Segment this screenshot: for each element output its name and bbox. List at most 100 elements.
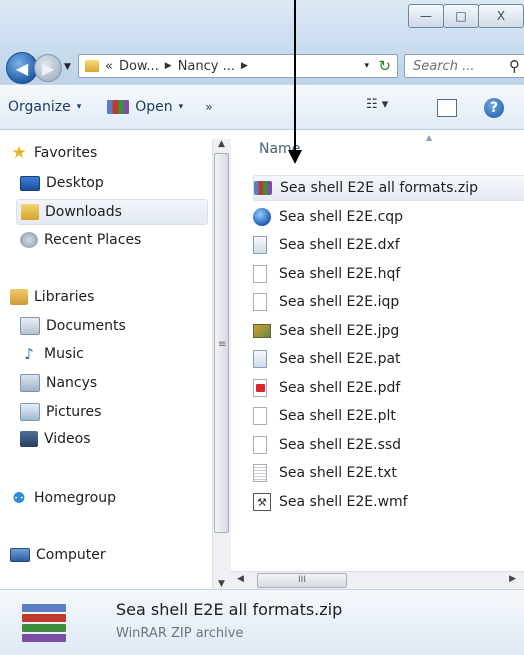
scrollbar-thumb[interactable]: ≡: [214, 153, 229, 533]
nav-downloads-label: Downloads: [45, 204, 122, 220]
details-pane: Sea shell E2E all formats.zip WinRAR ZIP…: [0, 589, 524, 655]
nav-videos-label: Videos: [44, 431, 91, 447]
file-row[interactable]: Sea shell E2E.plt: [253, 403, 396, 429]
maximize-icon: □: [455, 9, 467, 23]
selected-file-name: Sea shell E2E all formats.zip: [116, 600, 343, 619]
minimize-button[interactable]: —: [408, 4, 444, 28]
desktop-icon: [20, 175, 40, 191]
nav-computer-label: Computer: [36, 547, 106, 563]
address-dropdown-icon[interactable]: ▾: [364, 61, 369, 71]
nav-homegroup[interactable]: ⚉ Homegroup: [10, 489, 117, 507]
file-name: Sea shell E2E.jpg: [279, 323, 400, 339]
preview-pane-button[interactable]: [437, 99, 457, 117]
scroll-right-icon[interactable]: ▶: [509, 574, 516, 584]
file-row[interactable]: Sea shell E2E all formats.zip: [253, 175, 524, 201]
file-row[interactable]: Sea shell E2E.pat: [253, 346, 401, 372]
file-name: Sea shell E2E.pat: [279, 351, 401, 367]
pat-file-icon: [253, 350, 267, 368]
recent-places-icon: [20, 232, 38, 248]
winrar-icon: [107, 100, 130, 114]
nav-videos[interactable]: Videos: [20, 431, 91, 447]
file-name: Sea shell E2E.wmf: [279, 494, 408, 510]
scrollbar-thumb[interactable]: III: [257, 573, 347, 588]
nav-pictures[interactable]: Pictures: [20, 403, 101, 421]
nav-downloads[interactable]: Downloads: [16, 199, 208, 225]
address-overflow-chevron[interactable]: «: [105, 59, 113, 74]
wmf-file-icon: ⚒: [253, 493, 271, 511]
file-name: Sea shell E2E.ssd: [279, 437, 402, 453]
chevron-down-icon: ▾: [178, 102, 184, 112]
nav-computer[interactable]: Computer: [10, 547, 106, 563]
file-name: Sea shell E2E.plt: [279, 408, 396, 424]
cqp-file-icon: [253, 208, 271, 226]
open-button[interactable]: Open ▾: [107, 99, 183, 115]
file-row[interactable]: Sea shell E2E.hqf: [253, 261, 400, 287]
text-file-icon: [253, 464, 267, 482]
file-row[interactable]: Sea shell E2E.txt: [253, 460, 397, 486]
file-list-pane: Name ▲ Sea shell E2E all formats.zip Sea…: [231, 131, 524, 571]
refresh-icon[interactable]: ↻: [378, 57, 391, 75]
documents-icon: [20, 317, 40, 335]
image-file-icon: [253, 324, 271, 338]
maximize-button[interactable]: □: [443, 4, 479, 28]
file-name: Sea shell E2E.iqp: [279, 294, 400, 310]
nav-desktop[interactable]: Desktop: [20, 175, 104, 191]
breadcrumb-separator-icon[interactable]: ▶: [165, 61, 172, 71]
nav-nancys[interactable]: Nancys: [20, 374, 97, 392]
search-input[interactable]: Search ...: [413, 59, 474, 74]
file-row[interactable]: Sea shell E2E.pdf: [253, 375, 400, 401]
file-row[interactable]: Sea shell E2E.jpg: [253, 318, 399, 344]
dxf-file-icon: [253, 236, 267, 254]
file-row[interactable]: Sea shell E2E.cqp: [253, 204, 403, 230]
nav-homegroup-label: Homegroup: [34, 490, 117, 506]
nav-pictures-label: Pictures: [46, 404, 102, 420]
back-arrow-icon: ◀: [15, 58, 29, 78]
nav-nancys-label: Nancys: [46, 375, 98, 391]
breadcrumb-downloads[interactable]: Dow...: [119, 59, 159, 74]
organize-button[interactable]: Organize ▾: [8, 99, 81, 115]
minimize-icon: —: [420, 9, 432, 23]
window-title-bar: — □ X ◀ ▶ ▼ « Dow... ▶ Nancy ... ▶ ▾ ↻ S…: [0, 0, 524, 84]
grip-icon: III: [298, 575, 306, 585]
file-row[interactable]: Sea shell E2E.ssd: [253, 432, 401, 458]
computer-icon: [10, 548, 30, 562]
forward-arrow-icon: ▶: [41, 58, 55, 78]
help-button[interactable]: ?: [484, 98, 504, 118]
nav-libraries-label: Libraries: [34, 289, 95, 305]
nav-documents[interactable]: Documents: [20, 317, 126, 335]
scroll-up-icon[interactable]: ▲: [218, 139, 225, 149]
file-list-horizontal-scrollbar[interactable]: ◀ III ▶: [231, 571, 524, 590]
breadcrumb-separator-icon[interactable]: ▶: [241, 61, 248, 71]
scroll-left-icon[interactable]: ◀: [237, 574, 244, 584]
nav-music[interactable]: ♪ Music: [20, 345, 84, 363]
videos-icon: [20, 431, 38, 447]
generic-file-icon: [253, 293, 267, 311]
selected-file-type: WinRAR ZIP archive: [116, 626, 244, 641]
recent-pages-dropdown[interactable]: ▼: [64, 62, 71, 72]
file-row[interactable]: Sea shell E2E.dxf: [253, 232, 400, 258]
nav-documents-label: Documents: [46, 318, 126, 334]
close-button[interactable]: X: [478, 4, 524, 28]
nav-recent-places[interactable]: Recent Places: [20, 232, 141, 248]
nav-pane-vertical-scrollbar[interactable]: ▲ ≡ ▼: [212, 139, 231, 589]
forward-button[interactable]: ▶: [34, 54, 62, 82]
more-commands-button[interactable]: »: [205, 100, 212, 114]
zip-archive-icon: [254, 181, 272, 195]
file-row[interactable]: Sea shell E2E.iqp: [253, 289, 399, 315]
nav-favorites[interactable]: ★ Favorites: [10, 143, 97, 163]
address-bar[interactable]: « Dow... ▶ Nancy ... ▶ ▾ ↻: [78, 54, 398, 78]
search-icon[interactable]: ⚲: [509, 57, 520, 75]
nav-music-label: Music: [44, 346, 84, 362]
breadcrumb-nancy[interactable]: Nancy ...: [178, 59, 235, 74]
change-view-button[interactable]: ☷ ▾: [366, 97, 388, 112]
scroll-down-icon[interactable]: ▼: [218, 579, 225, 589]
pdf-file-icon: [253, 379, 267, 397]
search-box[interactable]: Search ... ⚲: [404, 54, 524, 78]
downloads-folder-icon: [21, 204, 39, 220]
file-row[interactable]: ⚒ Sea shell E2E.wmf: [253, 489, 408, 515]
nav-libraries[interactable]: Libraries: [10, 289, 94, 305]
window-controls: — □ X: [408, 4, 524, 28]
navigation-pane: ★ Favorites Desktop Downloads Recent Pla…: [0, 131, 230, 589]
file-name: Sea shell E2E.dxf: [279, 237, 400, 253]
generic-file-icon: [253, 407, 267, 425]
